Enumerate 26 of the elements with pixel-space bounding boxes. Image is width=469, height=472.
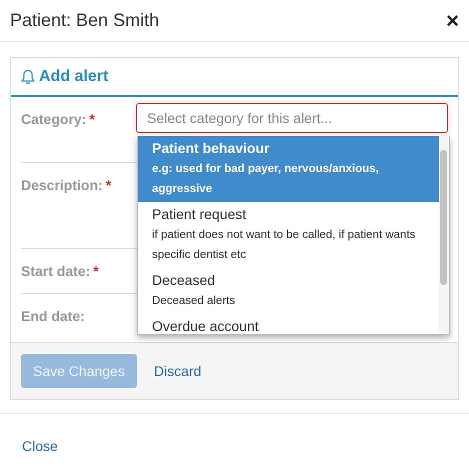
dropdown-option[interactable]: Overdue account [138,314,439,334]
close-link[interactable]: Close [22,438,58,454]
modal-title: Patient: Ben Smith [10,10,160,31]
category-select[interactable]: Select category for this alert... [136,103,448,133]
dropdown-option[interactable]: Patient request if patient does not want to be called, if patient wants specific dentist etc [138,202,439,268]
option-description: Deceased alerts [152,294,236,309]
option-title: Patient behaviour [152,139,270,158]
required-mark: * [89,111,95,127]
option-title: Overdue account [152,317,260,334]
field-label: Description: [21,177,103,193]
field-label: End date: [21,308,85,324]
dropdown-option[interactable]: Deceased Deceased alerts [138,268,439,314]
field-label: Start date: [21,263,90,279]
scrollbar-thumb[interactable] [440,150,447,285]
option-description: if patient does not want to be called, if patient wants specific dentist etc [152,228,416,263]
close-icon[interactable]: × [446,10,459,32]
option-title: Deceased [152,271,216,290]
option-description: e.g: used for bad payer, nervous/anxious, aggressive [152,162,380,197]
required-mark: * [93,263,99,279]
discard-link[interactable]: Discard [154,363,202,379]
panel-title: Add alert [39,68,108,86]
dropdown-option[interactable]: Patient behaviour e.g: used for bad payer, nervous/anxious, aggressive [138,136,439,202]
required-mark: * [106,177,112,193]
option-title: Patient request [152,205,248,224]
field-label: Category: [21,111,86,127]
bell-icon [21,68,35,84]
